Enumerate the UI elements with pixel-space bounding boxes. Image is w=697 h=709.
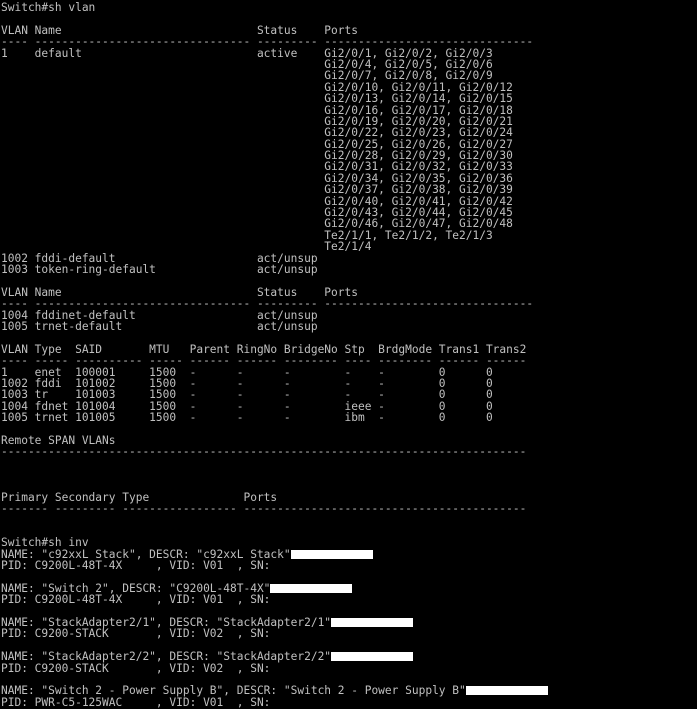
terminal-line: ------- --------- ----------------- ----… xyxy=(1,503,548,514)
terminal-line-text: 1005 trnet-default act/unsup xyxy=(1,319,318,333)
terminal-line-text: PID: C9200L-48T-4X , VID: V01 , SN: xyxy=(1,559,278,573)
terminal-line-text: 1003 token-ring-default act/unsup xyxy=(1,262,318,276)
terminal-line: PID: C9200L-48T-4X , VID: V01 , SN: xyxy=(1,594,548,605)
terminal-line-text: 1005 trnet 101005 1500 - - - ibm - 0 0 xyxy=(1,411,493,425)
terminal-line-text: ----------------------------------------… xyxy=(1,445,527,459)
terminal-line: ----------------------------------------… xyxy=(1,446,548,457)
terminal-line-text: PID: C9200-STACK , VID: V02 , SN: xyxy=(1,661,278,675)
terminal-line-text: PID: C9200-STACK , VID: V02 , SN: xyxy=(1,627,278,641)
terminal-line: PID: C9200-STACK , VID: V02 , SN: xyxy=(1,661,548,675)
terminal-line: PID: C9200-STACK , VID: V02 , SN: xyxy=(1,628,548,639)
terminal-line: Switch#sh vlan xyxy=(1,2,548,13)
terminal-line-text: Switch#sh vlan xyxy=(1,1,96,14)
terminal-line: PID: C9200L-48T-4X , VID: V01 , SN: xyxy=(1,560,548,571)
redacted-serial-number xyxy=(290,549,373,559)
terminal-line: 1005 trnet 101005 1500 - - - ibm - 0 0 xyxy=(1,412,548,423)
terminal-line-text: PID: PWR-C5-125WAC , VID: V01 , SN: xyxy=(1,695,278,709)
terminal-line: PID: PWR-C5-125WAC , VID: V01 , SN: xyxy=(1,697,548,708)
redacted-serial-number xyxy=(331,652,414,662)
terminal-output: Switch#sh vlan VLAN Name Status Ports ----… xyxy=(1,2,548,708)
redacted-serial-number xyxy=(331,618,414,628)
terminal-line-text: PID: C9200L-48T-4X , VID: V01 , SN: xyxy=(1,593,278,607)
terminal-line-text: ------- --------- ----------------- ----… xyxy=(1,502,527,516)
terminal-line: 1003 token-ring-default act/unsup xyxy=(1,264,548,275)
terminal-line: 1005 trnet-default act/unsup xyxy=(1,321,548,332)
redacted-serial-number xyxy=(465,686,548,696)
redacted-serial-number xyxy=(270,583,353,593)
